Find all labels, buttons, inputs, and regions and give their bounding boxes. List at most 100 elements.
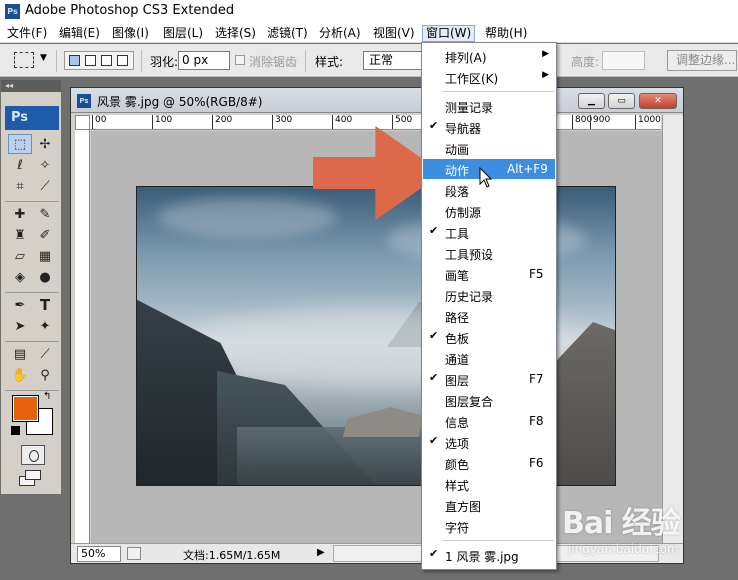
dodge-tool-icon[interactable]: ●: [33, 267, 57, 287]
window-menu-item[interactable]: ✔ 导航器: [423, 117, 555, 137]
close-button[interactable]: ✕: [639, 93, 677, 109]
feather-input[interactable]: 0 px: [178, 51, 230, 70]
clone-stamp-tool-icon[interactable]: ♜: [8, 225, 32, 245]
window-menu-item[interactable]: 动画: [423, 138, 555, 158]
new-selection-icon[interactable]: [69, 55, 80, 66]
subtract-from-selection-icon[interactable]: [101, 55, 112, 66]
maximize-button[interactable]: ▭: [608, 93, 635, 109]
healing-brush-tool-icon[interactable]: ✚: [8, 204, 32, 224]
window-menu-item[interactable]: 画笔 F5: [423, 264, 555, 284]
menu-edit[interactable]: 编辑(E): [56, 25, 103, 42]
document-title-bar[interactable]: Ps 风景 雾.jpg @ 50%(RGB/8#) ▁ ▭ ✕: [71, 88, 683, 113]
window-menu-item[interactable]: 样式: [423, 474, 555, 494]
vertical-ruler[interactable]: [75, 130, 90, 545]
magic-wand-tool-icon[interactable]: ✧: [33, 155, 57, 175]
menu-item-label: 通道: [445, 353, 470, 367]
menu-item-shortcut: F8: [529, 414, 544, 428]
gradient-tool-icon[interactable]: ▦: [33, 246, 57, 266]
window-menu-item[interactable]: 工作区(K) ▶: [423, 67, 555, 87]
height-input[interactable]: [602, 51, 645, 70]
submenu-arrow-icon: ▶: [542, 70, 549, 80]
menu-item-label: 样式: [445, 479, 470, 493]
lasso-tool-icon[interactable]: ℓ: [8, 155, 32, 175]
intersect-selection-icon[interactable]: [117, 55, 128, 66]
menu-select[interactable]: 选择(S): [212, 25, 259, 42]
window-menu-item[interactable]: ✔ 选项: [423, 432, 555, 452]
custom-shape-tool-icon[interactable]: ✦: [33, 316, 57, 336]
menu-help[interactable]: 帮助(H): [482, 25, 530, 42]
chevron-down-icon[interactable]: ▼: [40, 53, 47, 63]
add-to-selection-icon[interactable]: [85, 55, 96, 66]
crop-tool-icon[interactable]: ⌗: [8, 176, 32, 196]
menu-view[interactable]: 视图(V): [370, 25, 418, 42]
screen-mode-icon[interactable]: [19, 470, 47, 488]
status-menu-arrow-icon[interactable]: ▶: [317, 547, 325, 558]
watermark-logo: Bai 经验: [562, 506, 681, 541]
menu-file[interactable]: 文件(F): [4, 25, 50, 42]
style-select[interactable]: 正常: [363, 51, 423, 70]
zoom-field[interactable]: 50%: [77, 546, 121, 562]
foreground-color-swatch[interactable]: [12, 395, 39, 422]
marquee-tool-icon[interactable]: ⬚: [8, 134, 32, 154]
quick-mask-icon[interactable]: [21, 445, 45, 465]
notes-tool-icon[interactable]: ▤: [8, 344, 32, 364]
tool-preset-picker[interactable]: [14, 52, 34, 68]
type-tool-icon[interactable]: T: [33, 295, 57, 315]
window-menu-item[interactable]: 字符: [423, 516, 555, 536]
menu-image[interactable]: 图像(I): [109, 25, 152, 42]
palette-collapse-icon[interactable]: ◂◂: [1, 80, 61, 92]
window-menu-item[interactable]: 颜色 F6: [423, 453, 555, 473]
window-menu-item[interactable]: 历史记录: [423, 285, 555, 305]
ruler-origin[interactable]: [75, 115, 90, 130]
zoom-tool-icon[interactable]: ⚲: [33, 365, 57, 385]
blur-tool-icon[interactable]: ◈: [8, 267, 32, 287]
antialias-checkbox[interactable]: [235, 55, 245, 65]
menu-item-label: 工具: [445, 227, 470, 241]
menu-window[interactable]: 窗口(W): [422, 25, 476, 42]
window-menu-item[interactable]: ✔ 图层 F7: [423, 369, 555, 389]
menu-item-label: 1 风景 雾.jpg: [445, 550, 519, 564]
history-brush-tool-icon[interactable]: ✐: [33, 225, 57, 245]
status-zoom-icon[interactable]: [127, 547, 141, 560]
window-menu-item[interactable]: 工具预设: [423, 243, 555, 263]
window-menu-item[interactable]: 路径: [423, 306, 555, 326]
window-menu-item[interactable]: 测量记录: [423, 96, 555, 116]
checkmark-icon: ✔: [429, 224, 439, 237]
window-menu-item[interactable]: ✔ 工具: [423, 222, 555, 242]
height-label: 高度:: [571, 55, 600, 69]
window-menu-item[interactable]: 图层复合: [423, 390, 555, 410]
feather-label: 羽化:: [150, 55, 179, 69]
slice-tool-icon[interactable]: ⟋: [33, 176, 57, 196]
document-title: 风景 雾.jpg @ 50%(RGB/8#): [97, 95, 263, 109]
pen-tool-icon[interactable]: ✒: [8, 295, 32, 315]
brush-tool-icon[interactable]: ✎: [33, 204, 57, 224]
eraser-tool-icon[interactable]: ▱: [8, 246, 32, 266]
path-selection-tool-icon[interactable]: ➤: [8, 316, 32, 336]
ruler-tick: 100: [152, 115, 172, 129]
window-menu-item[interactable]: ✔ 色板: [423, 327, 555, 347]
vertical-scrollbar[interactable]: [662, 115, 683, 545]
swap-colors-icon[interactable]: ↰: [43, 391, 51, 402]
refine-edge-button[interactable]: 调整边缘...: [667, 50, 737, 71]
title-bar: Ps Adobe Photoshop CS3 Extended: [0, 0, 738, 23]
window-menu-item[interactable]: 排列(A) ▶: [423, 46, 555, 66]
window-menu-item[interactable]: 通道: [423, 348, 555, 368]
checkmark-icon: ✔: [429, 329, 439, 342]
menu-layer[interactable]: 图层(L): [160, 25, 206, 42]
eyedropper-tool-icon[interactable]: ⟋: [33, 344, 57, 364]
minimize-button[interactable]: ▁: [578, 93, 605, 109]
window-menu-item[interactable]: 直方图: [423, 495, 555, 515]
default-colors-icon[interactable]: [11, 426, 20, 435]
submenu-arrow-icon: ▶: [542, 49, 549, 59]
hand-tool-icon[interactable]: ✋: [8, 365, 32, 385]
menu-analysis[interactable]: 分析(A): [316, 25, 364, 42]
ruler-tick: 00: [92, 115, 106, 129]
menu-filter[interactable]: 滤镜(T): [264, 25, 311, 42]
photoshop-logo[interactable]: Ps: [5, 106, 59, 130]
ruler-tick: 300: [272, 115, 292, 129]
window-menu-item[interactable]: 信息 F8: [423, 411, 555, 431]
move-tool-icon[interactable]: ✢: [33, 134, 57, 154]
window-menu-item[interactable]: 仿制源: [423, 201, 555, 221]
window-menu-item[interactable]: ✔ 1 风景 雾.jpg: [423, 545, 555, 565]
menu-item-label: 色板: [445, 332, 470, 346]
